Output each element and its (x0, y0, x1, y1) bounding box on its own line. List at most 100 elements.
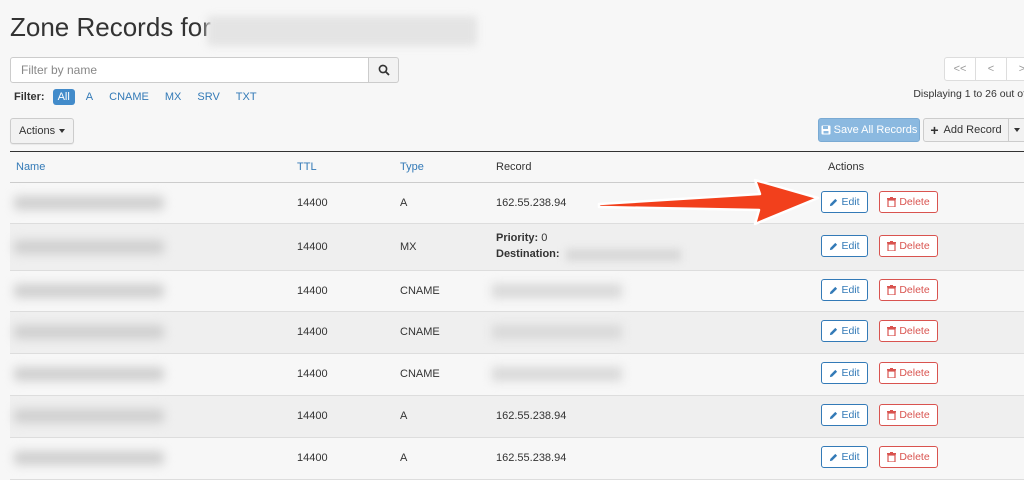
record-name-redacted (14, 284, 164, 298)
delete-button[interactable]: Delete (879, 320, 938, 342)
caret-down-icon (59, 129, 66, 133)
trash-icon (887, 241, 897, 251)
edit-button[interactable]: Edit (821, 320, 868, 342)
delete-label: Delete (899, 325, 930, 337)
pencil-icon (830, 369, 838, 377)
pencil-icon (830, 286, 838, 294)
plus-icon: + (930, 122, 939, 138)
table-row: 14400 CNAME Edit Delete (10, 271, 1024, 312)
domain-name-redacted (207, 16, 477, 46)
ttl-cell: 14400 (297, 368, 328, 380)
trash-icon (887, 285, 897, 295)
column-header-type[interactable]: Type (400, 161, 424, 173)
ttl-cell: 14400 (297, 285, 328, 297)
destination-line: Destination: (496, 248, 560, 260)
edit-label: Edit (841, 240, 860, 252)
edit-label: Edit (841, 367, 860, 379)
record-value-redacted (492, 325, 622, 339)
record-name-redacted (14, 451, 164, 465)
search-button[interactable] (369, 57, 399, 83)
column-header-ttl[interactable]: TTL (297, 161, 317, 173)
filter-chip-srv[interactable]: SRV (192, 89, 224, 105)
ttl-cell: 14400 (297, 410, 328, 422)
record-value-redacted (492, 367, 622, 381)
ttl-cell: 14400 (297, 241, 328, 253)
filter-by-name-input[interactable] (10, 57, 369, 83)
record-cell: 162.55.238.94 (496, 197, 567, 209)
filter-chip-a[interactable]: A (81, 89, 98, 105)
delete-button[interactable]: Delete (879, 446, 938, 468)
record-name-redacted (14, 196, 164, 210)
type-cell: MX (400, 241, 417, 253)
delete-button[interactable]: Delete (879, 362, 938, 384)
filter-label: Filter: (14, 91, 45, 103)
first-page-button[interactable]: << (944, 57, 976, 81)
delete-label: Delete (899, 451, 930, 463)
actions-label: Actions (19, 125, 56, 137)
pencil-icon (830, 327, 838, 335)
page-title: Zone Records for (10, 12, 211, 42)
table-row: 14400 A 162.55.238.94 Edit Delete (10, 183, 1024, 224)
column-header-actions: Actions (828, 161, 865, 173)
add-record-button[interactable]: + Add Record (923, 118, 1009, 142)
ttl-cell: 14400 (297, 326, 328, 338)
edit-button[interactable]: Edit (821, 235, 868, 257)
edit-button[interactable]: Edit (821, 362, 868, 384)
pencil-icon (830, 411, 838, 419)
trash-icon (887, 326, 897, 336)
delete-button[interactable]: Delete (879, 279, 938, 301)
edit-label: Edit (841, 325, 860, 337)
save-all-label: Save All Records (833, 124, 918, 136)
table-row: 14400 CNAME Edit Delete (10, 312, 1024, 354)
save-all-records-button[interactable]: Save All Records (818, 118, 920, 142)
ttl-cell: 14400 (297, 452, 328, 464)
add-record-label: Add Record (943, 124, 1002, 136)
filter-chip-cname[interactable]: CNAME (104, 89, 154, 105)
pagination: << < > (944, 57, 1024, 81)
delete-button[interactable]: Delete (879, 191, 938, 213)
record-name-redacted (14, 409, 164, 423)
filter-chip-txt[interactable]: TXT (231, 89, 262, 105)
record-cell: 162.55.238.94 (496, 410, 567, 422)
delete-button[interactable]: Delete (879, 404, 938, 426)
edit-label: Edit (841, 409, 860, 421)
priority-label: Priority: (496, 232, 539, 244)
delete-label: Delete (899, 367, 930, 379)
caret-down-icon (1014, 128, 1020, 132)
actions-dropdown-button[interactable]: Actions (10, 118, 75, 144)
search-icon (378, 64, 390, 76)
edit-label: Edit (841, 284, 860, 296)
record-value-redacted (492, 284, 622, 298)
table-row: 14400 MX Priority: 0 Destination: Edit D… (10, 224, 1024, 271)
add-record-options-button[interactable] (1008, 118, 1024, 142)
pencil-icon (830, 453, 838, 461)
edit-button[interactable]: Edit (821, 191, 868, 213)
displaying-count: Displaying 1 to 26 out of (913, 88, 1024, 100)
record-cell: 162.55.238.94 (496, 452, 567, 464)
next-page-button[interactable]: > (1006, 57, 1024, 81)
type-cell: A (400, 197, 408, 209)
table-header: Name TTL Type Record Actions (10, 152, 1024, 183)
filter-type-row: Filter: All A CNAME MX SRV TXT (14, 89, 268, 105)
type-cell: CNAME (400, 326, 440, 338)
edit-button[interactable]: Edit (821, 404, 868, 426)
trash-icon (887, 197, 897, 207)
annotation-arrow-icon (597, 178, 820, 226)
edit-button[interactable]: Edit (821, 279, 868, 301)
filter-chip-all[interactable]: All (52, 89, 75, 105)
delete-label: Delete (899, 240, 930, 252)
delete-button[interactable]: Delete (879, 235, 938, 257)
record-name-redacted (14, 367, 164, 381)
edit-button[interactable]: Edit (821, 446, 868, 468)
table-row: 14400 A 162.55.238.94 Edit Delete (10, 396, 1024, 438)
record-name-redacted (14, 325, 164, 339)
ttl-cell: 14400 (297, 197, 328, 209)
filter-chip-mx[interactable]: MX (160, 89, 187, 105)
column-header-name[interactable]: Name (16, 161, 45, 173)
zone-records-table: Name TTL Type Record Actions 14400 A 162… (10, 151, 1024, 480)
delete-label: Delete (899, 284, 930, 296)
priority-value: 0 (541, 232, 548, 244)
delete-label: Delete (899, 409, 930, 421)
prev-page-button[interactable]: < (975, 57, 1007, 81)
column-header-record: Record (496, 161, 532, 173)
